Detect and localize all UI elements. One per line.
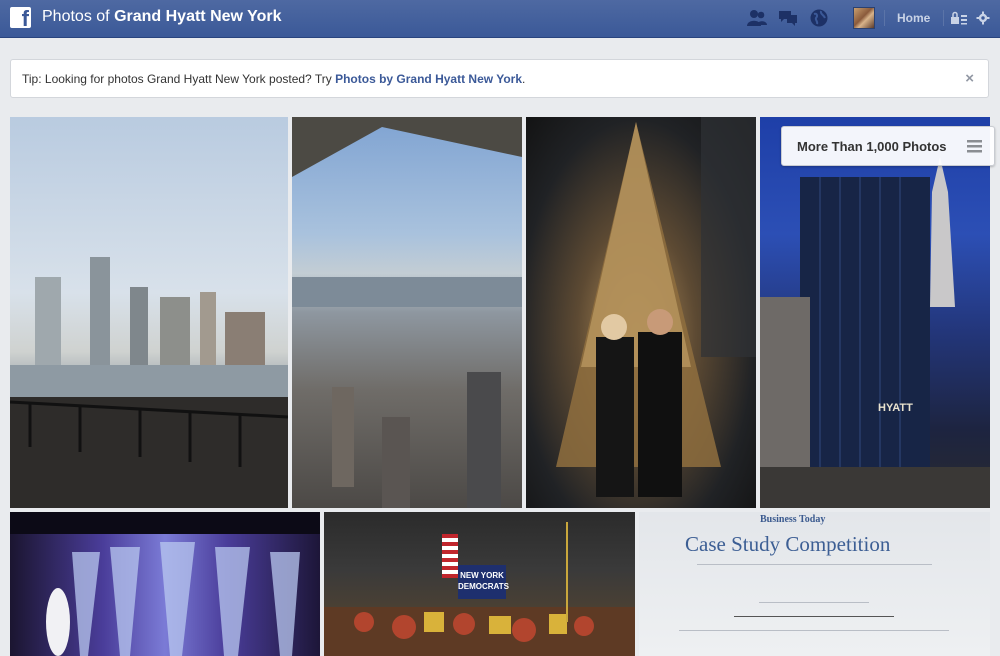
tip-message: Tip: Looking for photos Grand Hyatt New … bbox=[22, 72, 525, 86]
photo-lobby-water-feature[interactable] bbox=[10, 512, 320, 656]
menu-icon[interactable] bbox=[967, 140, 982, 153]
top-bar: f Photos of Grand Hyatt New York Home bbox=[0, 0, 1000, 38]
close-icon[interactable]: × bbox=[965, 70, 974, 87]
settings-gear-icon[interactable] bbox=[974, 8, 992, 28]
notifications-globe-icon[interactable] bbox=[808, 8, 830, 28]
certificate-title: Case Study Competition bbox=[685, 532, 891, 556]
privacy-lock-icon[interactable] bbox=[950, 8, 968, 28]
photo-count-badge[interactable]: More Than 1,000 Photos bbox=[781, 126, 995, 166]
profile-avatar[interactable] bbox=[853, 7, 875, 29]
democrats-banner: NEW YORK DEMOCRATS bbox=[458, 565, 509, 599]
messages-icon[interactable] bbox=[777, 8, 799, 28]
tip-banner: Tip: Looking for photos Grand Hyatt New … bbox=[10, 59, 989, 98]
photo-certificate[interactable]: Business Today Case Study Competition bbox=[639, 512, 990, 656]
photo-skyline-waterfront[interactable] bbox=[10, 117, 288, 508]
title-prefix: Photos of bbox=[42, 8, 110, 25]
certificate-text-line bbox=[697, 564, 932, 565]
page-title: Photos of Grand Hyatt New York bbox=[42, 8, 282, 26]
divider bbox=[943, 10, 944, 26]
svg-text:HYATT: HYATT bbox=[878, 402, 913, 414]
facebook-logo-icon[interactable]: f bbox=[10, 7, 31, 30]
certificate-text-line bbox=[759, 602, 869, 603]
certificate-brand: Business Today bbox=[760, 514, 826, 525]
photos-by-page-link[interactable]: Photos by Grand Hyatt New York bbox=[335, 72, 522, 86]
tip-suffix: . bbox=[522, 72, 526, 86]
friend-requests-icon[interactable] bbox=[746, 8, 768, 28]
photo-christmas-tree-couple[interactable] bbox=[526, 117, 756, 508]
title-page-name[interactable]: Grand Hyatt New York bbox=[114, 8, 281, 25]
photo-aerial-city[interactable] bbox=[292, 117, 522, 508]
home-link[interactable]: Home bbox=[897, 11, 930, 25]
tip-text: Tip: Looking for photos Grand Hyatt New … bbox=[22, 72, 332, 86]
photo-grand-hyatt-building[interactable]: HYATT bbox=[760, 117, 990, 508]
photo-toy-drive[interactable]: NEW YORK DEMOCRATS bbox=[324, 512, 635, 656]
certificate-text-line bbox=[679, 630, 949, 631]
american-flag bbox=[442, 534, 458, 578]
certificate-name-line bbox=[734, 616, 894, 617]
divider bbox=[884, 10, 885, 26]
photo-count-label: More Than 1,000 Photos bbox=[797, 139, 947, 154]
